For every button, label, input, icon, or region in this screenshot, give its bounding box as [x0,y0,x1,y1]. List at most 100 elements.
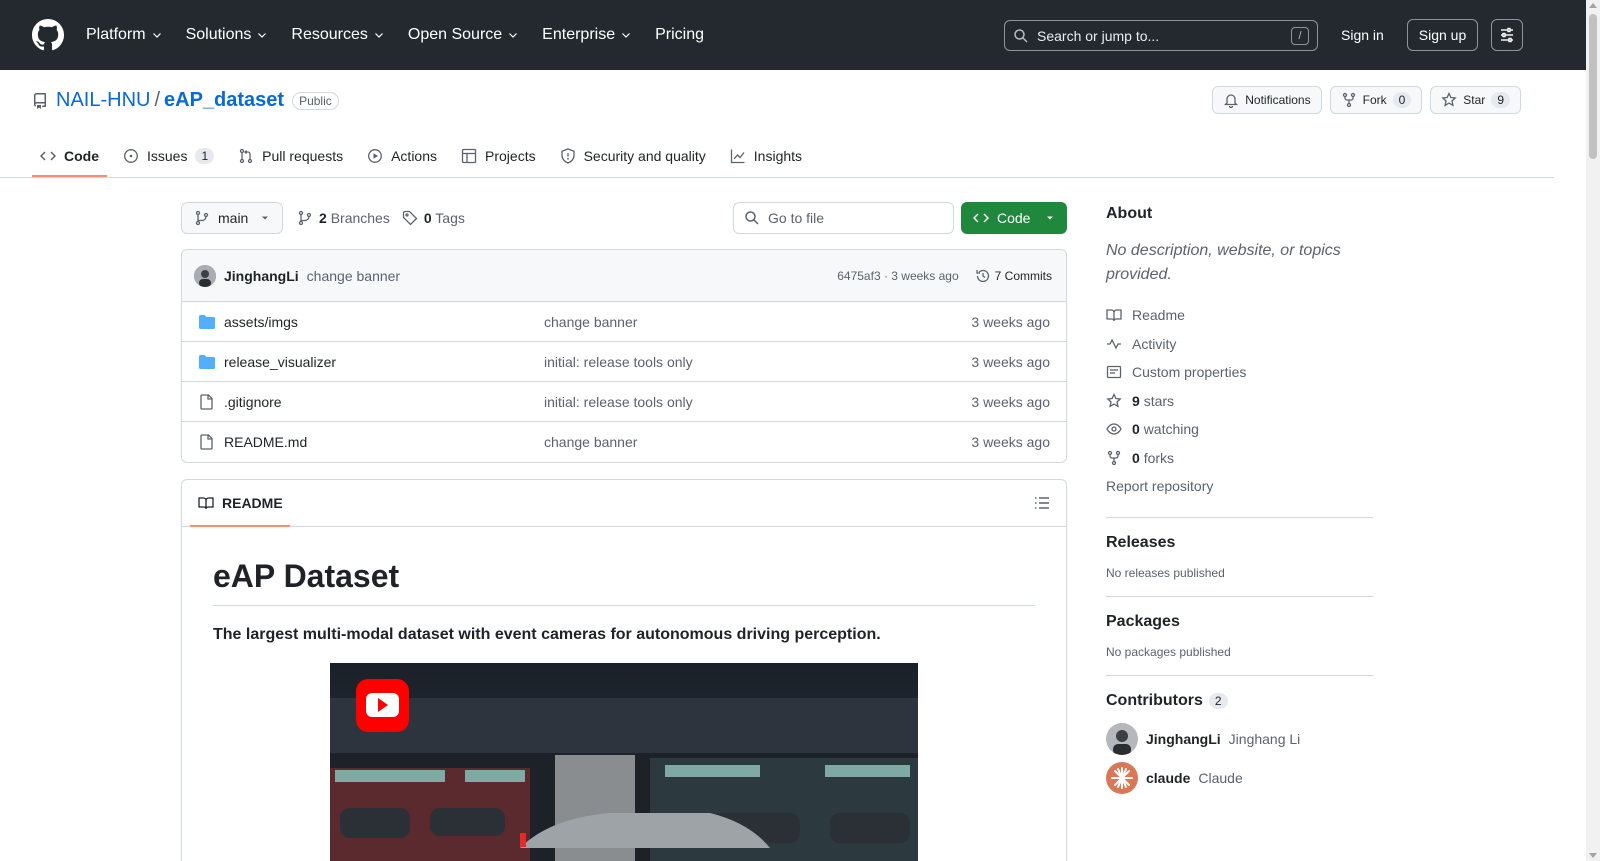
chevron-down-icon [509,33,518,38]
contributors-count: 2 [1208,692,1228,709]
file-commit-message-link[interactable]: initial: release tools only [544,354,693,370]
search-input[interactable]: Search or jump to... / [1004,20,1318,51]
folder-icon [199,354,215,369]
nav-platform[interactable]: Platform [86,26,163,44]
star-button[interactable]: Star 9 [1430,86,1521,114]
contributor-name: Claude [1198,770,1243,786]
branches-label: Branches [330,210,390,226]
sidebar-item-stars[interactable]: 9 stars [1106,387,1373,416]
star-label: Star [1463,93,1486,107]
commit-message-link[interactable]: change banner [307,268,400,284]
commits-history-link[interactable]: 7 Commits [975,268,1052,284]
tab-label: Pull requests [262,148,344,164]
nav-open-source[interactable]: Open Source [408,26,519,44]
contributors-list: JinghangLi Jinghang Li claude Claude [1106,720,1373,798]
tags-link[interactable]: 0 Tags [424,210,465,226]
tab-projects[interactable]: Projects [453,135,544,177]
sidebar-item-custom-properties[interactable]: Custom properties [1106,358,1373,387]
releases-empty-text: No releases published [1106,565,1225,580]
repo-name-link[interactable]: eAP_dataset [164,89,284,112]
sidebar-divider [1106,595,1373,597]
search-icon [745,211,759,225]
list-unordered-icon [1035,497,1049,509]
readme-banner-video[interactable] [330,663,918,861]
sidebar-item-forks[interactable]: 0 forks [1106,444,1373,473]
scroll-up-arrow[interactable] [1589,3,1597,8]
nav-label: Platform [86,26,146,43]
tab-actions[interactable]: Actions [359,135,445,177]
star-icon [1441,92,1457,107]
pull-request-icon [240,148,253,164]
contributor-login: claude [1146,770,1191,786]
file-commit-message-link[interactable]: initial: release tools only [544,394,693,410]
fork-button[interactable]: Fork 0 [1329,86,1423,114]
fork-count: 0 [1392,92,1412,108]
tab-readme[interactable]: README [190,480,291,527]
code-dropdown-button[interactable]: Code [961,202,1067,234]
avatar[interactable] [194,264,216,287]
branch-name: main [218,210,249,226]
scroll-thumb[interactable] [1589,14,1597,159]
tab-code[interactable]: Code [32,135,107,177]
star-icon [1106,392,1122,408]
repo-owner-link[interactable]: NAIL-HNU [56,89,150,112]
book-icon [1106,309,1122,322]
repo-tabs: Code Issues 1 Pull requests Actions Projects S… [32,135,818,177]
file-icon [200,393,213,410]
global-nav: Platform Solutions Resources Open Source Ent… [86,26,727,44]
file-name-link[interactable]: release_visualizer [224,354,544,370]
file-name-link[interactable]: README.md [224,434,544,450]
go-to-file-input[interactable]: Go to file [733,202,954,234]
notifications-button[interactable]: Notifications [1212,86,1322,114]
tab-insights[interactable]: Insights [722,135,810,177]
sidebar-item-readme[interactable]: Readme [1106,301,1373,330]
branches-link[interactable]: 2 Branches [319,210,390,226]
file-commit-message-link[interactable]: change banner [544,434,637,450]
tab-security-and-quality[interactable]: Security and quality [552,135,714,177]
sliders-icon [1501,27,1513,43]
search-shortcut-key: / [1291,26,1309,45]
sidebar-divider [1106,516,1373,518]
graph-icon [730,149,745,164]
site-menu-button[interactable] [1491,19,1523,51]
search-icon [1014,28,1028,43]
nav-solutions[interactable]: Solutions [186,26,269,44]
file-icon [200,434,213,450]
releases-heading[interactable]: Releases [1106,534,1373,552]
shield-icon [560,148,575,164]
nav-pricing[interactable]: Pricing [655,26,704,44]
chevron-down-icon [374,33,383,38]
packages-heading[interactable]: Packages [1106,613,1373,631]
branch-selector[interactable]: main [181,202,283,234]
github-logo-icon[interactable] [32,19,64,51]
sidebar-item-count: 0 [1132,449,1140,466]
contributor-item[interactable]: claude Claude [1106,759,1373,798]
repo-sidebar: About No description, website, or topics… [1106,200,1373,798]
report-repository-link[interactable]: Report repository [1106,472,1373,501]
commit-author-link[interactable]: JinghangLi [224,268,299,284]
contributor-item[interactable]: JinghangLi Jinghang Li [1106,720,1373,759]
global-header: Platform Solutions Resources Open Source Ent… [0,0,1600,70]
file-commit-message-link[interactable]: change banner [544,314,637,330]
sign-in-link[interactable]: Sign in [1341,27,1384,43]
sign-up-button[interactable]: Sign up [1407,19,1478,51]
commit-hash-link[interactable]: 6475af3 · 3 weeks ago [837,269,958,283]
contributors-heading[interactable]: Contributors 2 [1106,692,1373,710]
sidebar-item-watching[interactable]: 0 watching [1106,415,1373,444]
outline-button[interactable] [1034,495,1050,511]
nav-enterprise[interactable]: Enterprise [542,26,632,44]
nav-resources[interactable]: Resources [291,26,384,44]
file-name-link[interactable]: .gitignore [224,394,544,410]
repo-title: NAIL-HNU / eAP_dataset Public [32,89,339,112]
repo-path-separator: / [154,89,161,111]
sidebar-item-count: 9 [1132,392,1140,409]
play-icon [368,149,383,163]
sidebar-item-activity[interactable]: Activity [1106,330,1373,359]
tab-issues[interactable]: Issues 1 [115,135,222,177]
fork-icon [1107,450,1121,465]
readme-header: README [182,480,1066,527]
scroll-down-arrow[interactable] [1589,853,1597,858]
file-name-link[interactable]: assets/imgs [224,314,544,330]
tab-pull-requests[interactable]: Pull requests [230,135,351,177]
page-scrollbar[interactable] [1586,0,1600,861]
